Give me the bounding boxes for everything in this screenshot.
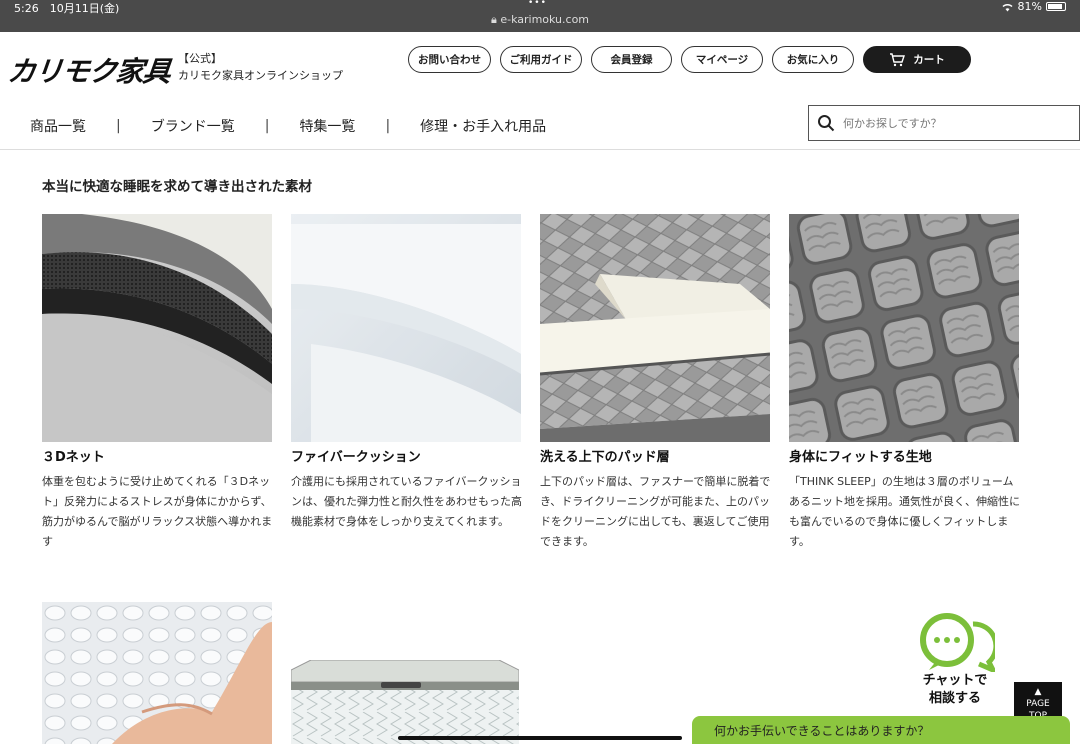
- battery-icon: [1046, 2, 1066, 11]
- register-button[interactable]: 会員登録: [591, 46, 672, 73]
- card-title: 身体にフィットする生地: [789, 450, 932, 465]
- main-nav: 商品一覧 | ブランド一覧 | 特集一覧 | 修理・お手入れ用品: [30, 116, 546, 136]
- nav-brands[interactable]: ブランド一覧: [151, 116, 235, 136]
- material-card: 洗える上下のパッド層 上下のパッド層は、ファスナーで簡単に脱着でき、ドライクリー…: [540, 214, 770, 552]
- favorites-button[interactable]: お気に入り: [772, 46, 854, 73]
- material-card: 身体にフィットする生地 「THINK SLEEP」の生地は３層のボリュームあるニ…: [789, 214, 1020, 552]
- chat-label-line2: 相談する: [928, 691, 981, 706]
- header-buttons: お問い合わせ ご利用ガイド 会員登録 マイページ お気に入り カート: [408, 46, 971, 73]
- mypage-button[interactable]: マイページ: [681, 46, 763, 73]
- card-description: 「THINK SLEEP」の生地は３層のボリュームあるニット地を採用。通気性が良…: [789, 475, 1020, 548]
- nav-products[interactable]: 商品一覧: [30, 116, 86, 136]
- search-input[interactable]: [843, 116, 1063, 130]
- cart-label: カート: [913, 54, 945, 66]
- nav-separator: |: [116, 118, 121, 134]
- nav-separator: |: [385, 118, 391, 134]
- status-bar: 5:26 10月11日(金) ••• 🔒︎ e-karimoku.com 81%: [0, 0, 1080, 32]
- nav-repair[interactable]: 修理・お手入れ用品: [420, 116, 546, 136]
- url-text: e-karimoku.com: [500, 13, 590, 26]
- section-title: 本当に快適な睡眠を求めて導き出された素材: [42, 179, 312, 195]
- official-name: カリモク家具オンラインショップ: [178, 69, 343, 82]
- address-bar[interactable]: 🔒︎ e-karimoku.com: [0, 13, 1080, 27]
- more-dots-icon[interactable]: •••: [528, 0, 547, 8]
- pagetop-line1: PAGE: [1026, 699, 1050, 709]
- contact-button[interactable]: お問い合わせ: [408, 46, 491, 73]
- card-description: 体重を包むように受け止めてくれる「３Dネット」反発力によるストレスが身体にかから…: [42, 475, 273, 548]
- chat-prompt-bar[interactable]: 何かお手伝いできることはありますか？: [692, 716, 1070, 744]
- nav-separator: |: [264, 118, 270, 134]
- official-tag: 【公式】: [178, 52, 222, 65]
- card-description: 介護用にも採用されているファイバークッションは、優れた弾力性と耐久性をあわせもっ…: [291, 475, 522, 528]
- cart-button[interactable]: カート: [863, 46, 971, 73]
- material-card: ファイバークッション 介護用にも採用されているファイバークッションは、優れた弾力…: [291, 214, 522, 532]
- fitting-fabric-image: [789, 214, 1019, 442]
- 3d-net-image: [42, 214, 272, 442]
- search-icon: [818, 115, 835, 132]
- fiber-cushion-image: [291, 214, 521, 442]
- chat-consult-label[interactable]: チャットで 相談する: [910, 672, 1000, 708]
- arrow-up-icon: ▲: [1034, 687, 1042, 697]
- wifi-icon: [1002, 3, 1013, 11]
- card-title: ファイバークッション: [291, 450, 421, 465]
- chat-bubble-icon[interactable]: [915, 612, 999, 675]
- card-title: 洗える上下のパッド層: [540, 450, 670, 465]
- material-card: ３Dネット 体重を包むように受け止めてくれる「３Dネット」反発力によるストレスが…: [42, 214, 272, 552]
- battery-percent: 81%: [1017, 0, 1042, 13]
- brand-logo[interactable]: カリモク家具: [6, 50, 172, 90]
- card-description: 上下のパッド層は、ファスナーで簡単に脱着でき、ドライクリーニングが可能また、上の…: [540, 475, 771, 548]
- mattress-cutaway-image: [291, 660, 519, 744]
- guide-button[interactable]: ご利用ガイド: [500, 46, 582, 73]
- cart-icon: [890, 52, 906, 66]
- washable-pad-image: [540, 214, 770, 442]
- pocket-coil-image: [42, 602, 272, 744]
- nav-features[interactable]: 特集一覧: [299, 116, 355, 136]
- lock-icon: 🔒︎: [490, 13, 497, 26]
- header-divider: [0, 149, 1080, 150]
- search-box[interactable]: [808, 105, 1080, 141]
- official-shop-label: 【公式】 カリモク家具オンラインショップ: [178, 50, 343, 84]
- card-title: ３Dネット: [42, 450, 105, 465]
- chat-label-line1: チャットで: [922, 673, 988, 688]
- status-right: 81%: [1001, 0, 1066, 13]
- home-indicator[interactable]: [398, 736, 682, 740]
